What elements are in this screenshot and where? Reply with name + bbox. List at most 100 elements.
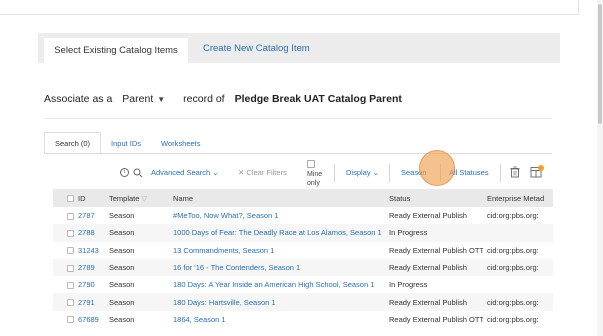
table-row[interactable]: 31243 Season 13 Commandments, Season 1 Read… <box>53 242 553 259</box>
row-template: Season <box>109 245 135 255</box>
select-all-checkbox[interactable] <box>67 195 74 203</box>
row-name-link[interactable]: 1000 Days of Fear: The Deadly Race at Lo… <box>173 228 382 237</box>
row-id-link[interactable]: 31243 <box>78 246 99 255</box>
divider <box>44 118 552 119</box>
subtabs-divider <box>44 153 552 154</box>
table-header-row: ID Template ▽ Name Status Enterprise Meta… <box>53 189 553 207</box>
mine-only-label: Mine only <box>307 171 323 187</box>
row-id-link[interactable]: 2791 <box>78 298 95 307</box>
associate-row: Associate as a Parent ▼ record of Pledge … <box>44 93 402 105</box>
row-template: Season <box>109 314 135 324</box>
row-status: Ready External Publish OTT <box>389 245 483 255</box>
row-name-cell: 1864, Season 1 <box>169 311 385 328</box>
filter-icon[interactable]: ▽ <box>141 196 146 203</box>
tab-create-new[interactable]: Create New Catalog Item <box>203 43 310 54</box>
row-id-cell: 2788 <box>53 224 105 241</box>
row-checkbox[interactable] <box>67 212 74 220</box>
row-id-link[interactable]: 67689 <box>78 315 99 324</box>
search-icon[interactable] <box>133 168 143 178</box>
row-checkbox[interactable] <box>67 316 74 324</box>
row-id-link[interactable]: 2790 <box>78 280 95 289</box>
advanced-search-label: Advanced Search <box>151 168 211 177</box>
row-id-link[interactable]: 2789 <box>78 263 95 272</box>
table-row[interactable]: 2787 Season #MeToo, Now What?, Season 1 Rea… <box>53 207 553 224</box>
row-name-cell: 180 Days: A Year Inside an American High… <box>169 276 385 293</box>
row-enterprise-metadata: cid:org:pbs.org: <box>487 297 539 307</box>
row-id-link[interactable]: 2788 <box>78 228 95 237</box>
header-status[interactable]: Status <box>385 189 483 207</box>
mine-only-checkbox[interactable] <box>307 160 315 168</box>
table-row[interactable]: 2788 Season 1000 Days of Fear: The Deadly … <box>53 224 553 242</box>
tab-select-existing[interactable]: Select Existing Catalog Items <box>44 38 188 63</box>
close-icon: ✕ <box>238 168 245 177</box>
row-checkbox[interactable] <box>67 247 74 255</box>
toolbar-divider <box>334 164 335 182</box>
trash-icon[interactable] <box>510 166 520 178</box>
mine-only-toggle[interactable]: Mine only <box>307 160 329 188</box>
chevron-down-icon: ⌄ <box>372 168 379 177</box>
row-id-cell: 2787 <box>53 207 105 224</box>
row-enterprise-metadata: cid:org:pbs.org: <box>487 263 539 273</box>
toolbar-divider <box>500 164 501 182</box>
row-name-cell: 1000 Days of Fear: The Deadly Race at Lo… <box>169 224 385 241</box>
row-id-cell: 2791 <box>53 293 105 310</box>
row-status: Ready External Publish <box>389 211 467 221</box>
row-template: Season <box>109 211 135 221</box>
row-name-cell: 180 Days: Hartsville, Season 1 <box>169 293 385 310</box>
row-name-link[interactable]: 180 Days: A Year Inside an American High… <box>173 280 374 289</box>
row-status: Ready External Publish <box>389 263 467 273</box>
row-checkbox[interactable] <box>67 299 74 307</box>
row-template: Season <box>109 297 135 307</box>
row-status: Ready External Publish OTT <box>389 314 483 324</box>
table-row[interactable]: 67689 Season 1864, Season 1 Ready External … <box>53 311 553 328</box>
row-id-cell: 67689 <box>53 311 105 328</box>
table-row[interactable]: 2791 Season 180 Days: Hartsville, Season 1… <box>53 293 553 311</box>
display-dropdown[interactable]: Display ⌄ <box>346 168 379 177</box>
row-enterprise-metadata <box>483 276 553 293</box>
row-template: Season <box>109 228 135 238</box>
row-checkbox[interactable] <box>67 229 74 237</box>
row-enterprise-metadata: cid:org:pbs.org: <box>487 314 539 324</box>
header-enterprise-metadata[interactable]: Enterprise Metad <box>483 189 553 207</box>
subtab-search[interactable]: Search (0) <box>44 132 102 154</box>
associate-label: Associate as a <box>44 93 113 105</box>
row-name-cell: 13 Commandments, Season 1 <box>169 242 385 259</box>
notification-badge <box>538 165 544 171</box>
search-subtabs: Search (0) Input IDs Worksheets <box>44 132 211 154</box>
row-status: In Progress <box>389 280 428 290</box>
advanced-search-button[interactable]: Advanced Search ⌄ <box>151 168 219 177</box>
clear-filters-button[interactable]: ✕ Clear Filters <box>238 168 287 177</box>
subtab-input-ids[interactable]: Input IDs <box>101 132 151 154</box>
record-of-label: record of <box>183 93 225 105</box>
info-icon[interactable]: i <box>120 168 129 177</box>
row-enterprise-metadata: cid:org:pbs.org: <box>487 211 539 221</box>
row-name-cell: 16 for '16 - The Contenders, Season 1 <box>169 259 385 276</box>
row-id-cell: 2789 <box>53 259 105 276</box>
row-name-link[interactable]: 180 Days: Hartsville, Season 1 <box>173 298 276 307</box>
header-id: ID <box>53 189 105 207</box>
header-id-label: ID <box>78 193 86 203</box>
row-enterprise-metadata: cid:org:pbs.org: <box>487 245 539 255</box>
cursor-highlight <box>419 150 455 186</box>
record-name: Pledge Break UAT Catalog Parent <box>234 93 402 105</box>
relation-select[interactable]: Parent ▼ <box>122 93 165 105</box>
row-checkbox[interactable] <box>67 281 74 289</box>
table-row[interactable]: 2789 Season 16 for '16 - The Contenders, S… <box>53 258 553 277</box>
clear-filters-label: Clear Filters <box>246 168 287 177</box>
row-name-link[interactable]: #MeToo, Now What?, Season 1 <box>173 211 278 220</box>
row-enterprise-metadata <box>483 224 553 241</box>
row-template: Season <box>109 263 135 273</box>
row-id-link[interactable]: 2787 <box>78 211 95 220</box>
chevron-down-icon: ⌄ <box>212 168 219 177</box>
row-name-link[interactable]: 13 Commandments, Season 1 <box>173 246 274 255</box>
table-row[interactable]: 2790 Season 180 Days: A Year Inside an Ame… <box>53 276 553 293</box>
header-template[interactable]: Template ▽ <box>105 189 169 207</box>
search-toolbar: i Advanced Search ⌄ ✕ Clear Filters Mine… <box>0 160 603 188</box>
scrollbar-thumb[interactable] <box>598 4 602 124</box>
row-name-link[interactable]: 1864, Season 1 <box>173 315 226 324</box>
row-checkbox[interactable] <box>67 264 74 272</box>
row-name-link[interactable]: 16 for '16 - The Contenders, Season 1 <box>173 263 300 272</box>
subtab-worksheets[interactable]: Worksheets <box>151 132 210 154</box>
header-name[interactable]: Name <box>169 189 385 207</box>
top-divider <box>0 14 578 15</box>
